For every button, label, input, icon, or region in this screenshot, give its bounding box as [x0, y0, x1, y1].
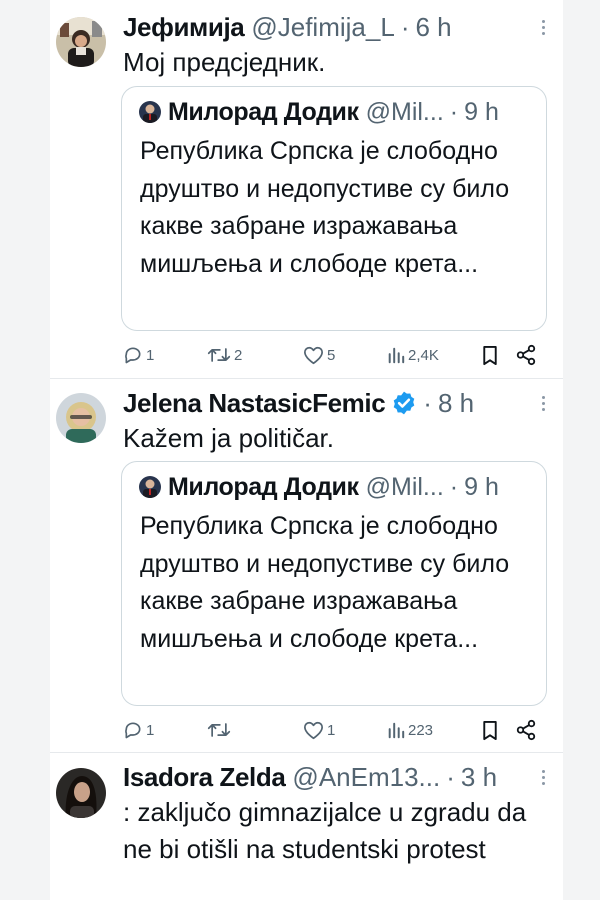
- quoted-avatar: [139, 476, 161, 498]
- tweet-actions: 1 2 5 2,4K: [123, 343, 547, 367]
- views-count: 2,4K: [408, 346, 439, 364]
- like-button[interactable]: 5: [303, 343, 335, 367]
- verified-badge-icon: [393, 391, 415, 415]
- heart-icon: [304, 721, 323, 739]
- author-handle[interactable]: @AnEm13...: [292, 762, 440, 793]
- like-button[interactable]: 1: [303, 718, 335, 742]
- separator-dot: ·: [449, 97, 459, 126]
- separator-dot: ·: [449, 472, 459, 501]
- timeline-feed: Јефимија @Jefimija_L · 6 h Мој предсједн…: [50, 0, 563, 900]
- bookmark-button[interactable]: [481, 343, 499, 367]
- views-button[interactable]: 2,4K: [387, 343, 439, 367]
- quoted-tweet-header: Милорад Додик @Mil... · 9 h: [139, 472, 532, 502]
- share-button[interactable]: [515, 718, 537, 742]
- tweet-text: : zaključo gimnazijalce u zgradu da ne b…: [123, 797, 534, 864]
- timestamp[interactable]: 6 h: [415, 12, 451, 43]
- author-name[interactable]: Jelena NastasicFemic: [123, 388, 386, 419]
- quoted-timestamp: 9 h: [464, 97, 499, 126]
- tweet-header: Jelena NastasicFemic · 8 h: [123, 386, 533, 420]
- retweet-button[interactable]: 2: [207, 343, 242, 367]
- author-handle[interactable]: @Jefimija_L: [251, 12, 394, 43]
- separator-dot: ·: [400, 11, 410, 42]
- tweet[interactable]: Jelena NastasicFemic · 8 h Kažem ja poli…: [50, 379, 563, 752]
- quoted-tweet-text: Република Српска је слободно друштво и н…: [140, 512, 510, 653]
- retweet-icon: [207, 348, 231, 362]
- author-name[interactable]: Јефимија: [123, 12, 245, 43]
- tweet[interactable]: Јефимија @Jefimija_L · 6 h Мој предсједн…: [50, 0, 563, 378]
- views-icon: [388, 347, 405, 364]
- views-icon: [388, 722, 405, 739]
- tweet-header: Isadora Zelda @AnEm13... · 3 h: [123, 760, 533, 794]
- retweet-button[interactable]: [207, 718, 234, 742]
- like-count: 5: [327, 346, 336, 364]
- reply-button[interactable]: 1: [123, 343, 154, 367]
- bookmark-button[interactable]: [481, 718, 499, 742]
- separator-dot: ·: [423, 387, 432, 418]
- tweet-actions: 1 1 223: [123, 718, 547, 742]
- reply-count: 1: [146, 346, 155, 364]
- quoted-author-handle: @Mil...: [365, 97, 444, 126]
- reply-button[interactable]: 1: [123, 718, 154, 742]
- reply-icon: [125, 722, 141, 739]
- views-button[interactable]: 223: [387, 718, 433, 742]
- tweet-text: Мој предсједник.: [123, 47, 326, 77]
- quoted-tweet-text: Република Српска је слободно друштво и н…: [140, 137, 510, 278]
- quoted-author-handle: @Mil...: [365, 472, 444, 501]
- quoted-avatar: [139, 101, 161, 123]
- avatar[interactable]: [56, 17, 106, 67]
- like-count: 1: [327, 721, 336, 739]
- retweet-count: 2: [234, 346, 243, 364]
- quoted-tweet[interactable]: Милорад Додик @Mil... · 9 h Република Ср…: [121, 461, 547, 706]
- timestamp[interactable]: 8 h: [438, 388, 474, 419]
- quoted-author-name: Милорад Додик: [168, 97, 359, 126]
- quoted-tweet-header: Милорад Додик @Mil... · 9 h: [139, 97, 532, 127]
- quoted-timestamp: 9 h: [464, 472, 499, 501]
- more-icon[interactable]: [533, 762, 553, 792]
- tweet[interactable]: Isadora Zelda @AnEm13... · 3 h : zaključ…: [50, 753, 563, 900]
- more-icon[interactable]: [533, 388, 553, 418]
- separator-dot: ·: [446, 761, 455, 792]
- quoted-tweet[interactable]: Милорад Додик @Mil... · 9 h Република Ср…: [121, 86, 547, 331]
- more-icon[interactable]: [533, 12, 553, 42]
- reply-count: 1: [146, 721, 155, 739]
- share-icon: [516, 719, 536, 741]
- author-name[interactable]: Isadora Zelda: [123, 762, 286, 793]
- tweet-header: Јефимија @Jefimija_L · 6 h: [123, 10, 533, 44]
- views-count: 223: [408, 721, 434, 739]
- share-icon: [516, 344, 536, 366]
- timestamp[interactable]: 3 h: [461, 762, 497, 793]
- reply-icon: [125, 347, 141, 364]
- heart-icon: [304, 346, 323, 364]
- avatar[interactable]: [56, 393, 106, 443]
- bookmark-icon: [483, 720, 497, 740]
- avatar[interactable]: [56, 768, 106, 818]
- retweet-icon: [207, 723, 231, 737]
- share-button[interactable]: [515, 343, 537, 367]
- tweet-text: Kažem ja političar.: [123, 423, 334, 453]
- quoted-author-name: Милорад Додик: [168, 472, 359, 501]
- bookmark-icon: [483, 345, 497, 365]
